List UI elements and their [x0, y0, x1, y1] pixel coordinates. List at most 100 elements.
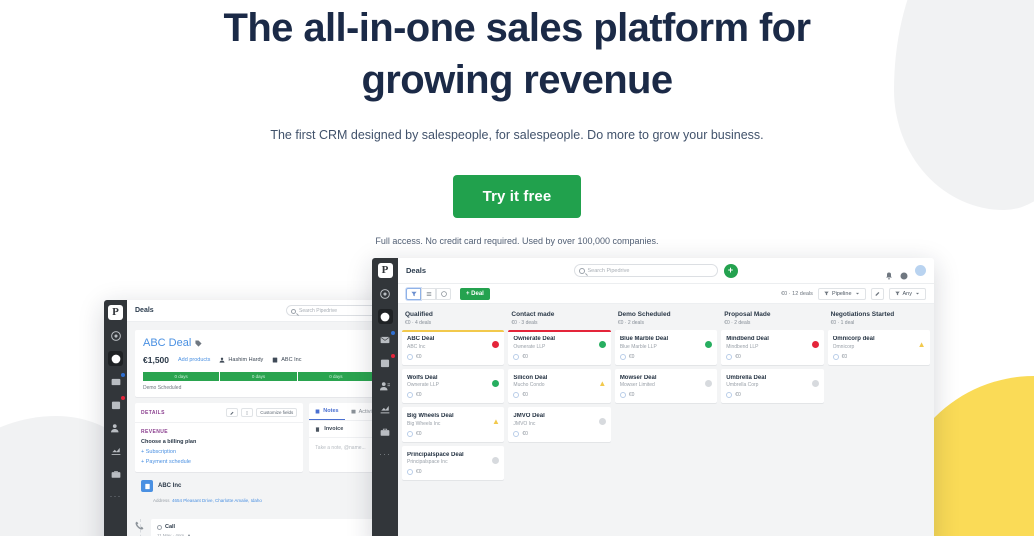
stage-segment[interactable]: 0 days	[297, 372, 374, 381]
add-subscription-link[interactable]: + Subscription	[141, 449, 297, 455]
edit-pipeline-button[interactable]	[870, 287, 884, 300]
pipeline-column-header: Proposal Made €0 · 2 deals	[721, 310, 823, 330]
notifications-icon[interactable]	[885, 267, 893, 280]
pipeline-column-subtitle: €0 · 2 deals	[724, 320, 751, 326]
revenue-body: Choose a billing plan + Subscription + P…	[135, 435, 303, 472]
deal-status-icon[interactable]	[598, 341, 606, 348]
contacts-icon[interactable]	[108, 420, 123, 435]
help-icon[interactable]	[900, 267, 908, 279]
deal-card-title: Mowser Deal	[619, 374, 657, 381]
deal-status-icon[interactable]	[492, 379, 500, 387]
more-icon[interactable]: ···	[379, 449, 391, 459]
deal-card[interactable]: Mindbend Deal Mindbend LLP €0	[721, 330, 824, 365]
products-icon[interactable]	[378, 424, 393, 439]
deal-status-icon[interactable]	[598, 418, 606, 425]
deal-card[interactable]: Silicon Deal Mucho Condo €0 ▲	[508, 368, 611, 403]
owner-filter-dropdown[interactable]: Any	[888, 287, 926, 300]
pipedrive-logo-icon[interactable]: P	[377, 263, 393, 278]
pipedrive-logo-icon[interactable]: P	[108, 305, 123, 320]
activity-card[interactable]: Call 11 May · 4pm	[151, 519, 384, 536]
pipeline-column-title: Proposal Made	[724, 311, 771, 318]
tab-notes-label: Notes	[323, 408, 339, 414]
deal-status-icon[interactable]: ▲	[492, 417, 500, 426]
add-products-link[interactable]: Add products	[178, 357, 210, 363]
deal-value-icon	[513, 430, 520, 437]
organisation-building-icon	[141, 480, 153, 492]
deal-card[interactable]: Wolfs Deal Ownerate LLP €0	[402, 368, 505, 403]
deal-card-value: €0	[416, 430, 422, 437]
stage-segment[interactable]: 0 days	[143, 372, 221, 381]
mail-icon[interactable]	[378, 330, 396, 347]
forecast-view-button[interactable]	[436, 287, 451, 300]
calendar-badge	[120, 395, 126, 401]
deal-card-organisation: Umbrella Corp	[726, 382, 759, 388]
deal-person[interactable]: Hashim Hardy	[219, 357, 263, 363]
deal-card[interactable]: Big Wheels Deal Big Wheels Inc €0 ▲	[402, 407, 505, 442]
target-icon[interactable]	[108, 328, 123, 343]
add-payment-schedule-link[interactable]: + Payment schedule	[141, 459, 297, 465]
deal-status-icon[interactable]	[811, 379, 819, 387]
deal-card[interactable]: Ownerate Deal Ownerate LLP €0	[508, 330, 611, 365]
try-it-free-button[interactable]: Try it free	[452, 175, 582, 218]
pipeline-column-title: Negotiations Started	[830, 311, 895, 318]
more-icon[interactable]: ···	[110, 491, 122, 501]
calendar-icon[interactable]	[108, 395, 126, 412]
sort-icon[interactable]	[241, 408, 254, 417]
deal-card[interactable]: ABC Deal ABC Inc €0	[402, 330, 505, 365]
deal-title-row[interactable]: ABC Deal	[143, 337, 374, 349]
deal-status-icon[interactable]	[811, 341, 819, 348]
add-deal-button[interactable]: + Deal	[460, 287, 490, 300]
organisation-address-value[interactable]: 4654 Pleasant Drive, Charlotte Amalie, I…	[172, 498, 262, 503]
deal-card[interactable]: JMVO Deal JMVO Inc €0	[508, 407, 611, 442]
deal-card[interactable]: Blue Marble Deal Blue Marble LLP €0	[614, 330, 718, 365]
deal-status-icon[interactable]	[705, 379, 713, 387]
chevron-down-icon	[855, 292, 859, 295]
deal-card-title: Mindbend Deal	[726, 336, 769, 342]
deal-organisation[interactable]: ABC Inc	[272, 357, 301, 363]
notes-icon	[315, 408, 320, 414]
checkbox-icon[interactable]	[157, 524, 162, 530]
search-placeholder: Search Pipedrive	[587, 267, 630, 274]
avatar[interactable]	[914, 265, 926, 276]
deal-card-organisation: Mindbend LLP	[726, 343, 759, 350]
insights-icon[interactable]	[378, 401, 393, 416]
calendar-icon[interactable]	[378, 353, 396, 370]
phone-icon	[135, 517, 144, 530]
deal-card-title: Umbrella Deal	[726, 374, 767, 381]
mail-icon[interactable]	[108, 372, 126, 389]
products-icon[interactable]	[108, 466, 123, 481]
edit-icon[interactable]	[226, 408, 239, 417]
deal-card-footer: €0	[407, 392, 499, 398]
deal-status-icon[interactable]	[492, 456, 500, 464]
list-view-button[interactable]	[421, 287, 436, 300]
chevron-down-icon	[915, 292, 920, 295]
deal-card[interactable]: Mowser Deal Mowser Limited €0	[614, 368, 718, 403]
contacts-icon[interactable]	[378, 378, 393, 393]
deal-card[interactable]: Omnicorp deal Omnicorp €0 ▲	[827, 330, 931, 365]
deal-status-icon[interactable]: ▲	[918, 340, 926, 349]
insights-icon[interactable]	[108, 443, 123, 458]
target-icon[interactable]	[378, 286, 393, 301]
customize-fields-button[interactable]: Customize fields	[256, 408, 298, 417]
organisation-name[interactable]: ABC Inc	[158, 483, 181, 489]
deal-card-title: Blue Marble Deal	[619, 336, 669, 342]
tab-notes[interactable]: Notes	[309, 403, 345, 420]
hero-fineprint: Full access. No credit card required. Us…	[375, 236, 659, 246]
deals-icon[interactable]	[108, 351, 123, 366]
list-icon	[426, 291, 431, 296]
add-new-button[interactable]: +	[723, 263, 738, 278]
pipeline-view-button[interactable]	[406, 287, 421, 300]
deal-value-icon	[407, 353, 413, 360]
deal-card-footer: €0	[513, 392, 605, 398]
deals-icon[interactable]	[377, 309, 393, 324]
stage-segment[interactable]: 0 days	[220, 372, 298, 381]
pipeline-filter-dropdown[interactable]: Pipeline	[817, 287, 866, 300]
deal-card[interactable]: Umbrella Deal Umbrella Corp €0	[721, 368, 824, 403]
detail-search-input[interactable]: Search Pipedrive	[286, 305, 382, 316]
search-input[interactable]: Search Pipedrive	[573, 264, 718, 277]
deal-card-value: €0	[841, 353, 848, 360]
detail-columns: DETAILS Customize fields REVENUE Choose …	[127, 397, 390, 472]
deal-card[interactable]: Principalspace Deal Principalspace Inc €0	[402, 445, 505, 480]
deal-card-organisation: Principalspace Inc	[407, 459, 448, 465]
deal-status-icon[interactable]: ▲	[598, 379, 606, 388]
